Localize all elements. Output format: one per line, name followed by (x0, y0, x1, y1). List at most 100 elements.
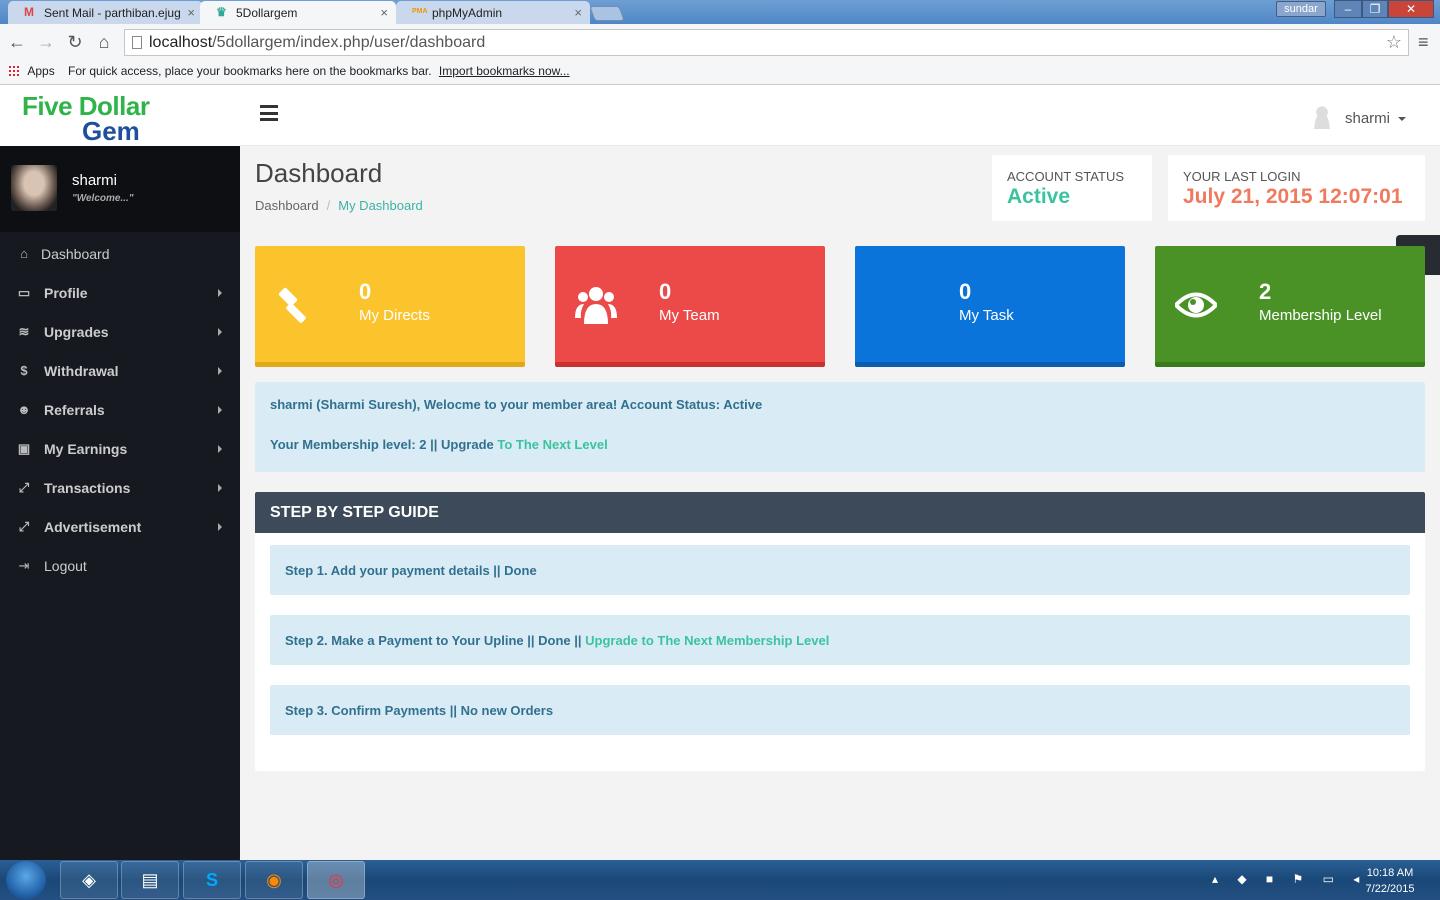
gmail-icon: M (24, 5, 34, 19)
start-button[interactable] (6, 861, 46, 899)
maximize-window-button[interactable]: ❐ (1362, 0, 1388, 18)
user-avatar-icon (1310, 105, 1333, 129)
last-login-box: YOUR LAST LOGIN July 21, 2015 12:07:01 (1168, 155, 1425, 221)
bookmarks-hint: For quick access, place your bookmarks h… (68, 64, 432, 78)
welcome-line: sharmi (Sharmi Suresh), Welocme to your … (270, 397, 763, 412)
avatar (11, 165, 57, 211)
tab-phpmyadmin[interactable]: PMA phpMyAdmin × (396, 1, 590, 24)
card-value: 0 (359, 279, 372, 304)
sidebar-item-profile[interactable]: ▭ Profile (0, 273, 240, 312)
bookmark-star-icon[interactable]: ☆ (1386, 32, 1402, 53)
hamburger-menu-icon[interactable] (260, 105, 278, 121)
close-tab-icon[interactable]: × (187, 5, 195, 20)
step-item: Step 2. Make a Payment to Your Upline ||… (270, 615, 1410, 665)
url-host: localhost (149, 34, 213, 51)
card-label: My Task (959, 307, 1014, 324)
tab-gmail[interactable]: M Sent Mail - parthiban.ejug × (8, 1, 203, 24)
step-item: Step 3. Confirm Payments || No new Order… (270, 685, 1410, 735)
new-tab-button[interactable] (589, 6, 625, 21)
sidebar-item-label: Upgrades (44, 324, 109, 340)
apps-grid-icon[interactable] (8, 65, 20, 77)
chevron-right-icon (218, 367, 222, 375)
sidebar-item-upgrades[interactable]: ≋ Upgrades (0, 312, 240, 351)
card-label: Membership Level (1259, 307, 1382, 324)
tab-title: phpMyAdmin (432, 6, 503, 20)
caret-down-icon (1398, 117, 1406, 121)
profile-name: sharmi (72, 172, 118, 189)
card-my-task[interactable]: 0 My Task (855, 246, 1125, 367)
breadcrumb-dashboard[interactable]: Dashboard (255, 198, 319, 213)
welcome-alert: sharmi (Sharmi Suresh), Welocme to your … (255, 382, 1425, 472)
logo-line2: Gem (82, 116, 140, 146)
windows-taskbar: ◈ ▤ S ◉ ◎ ▴ ◆ ■ ⚑ ▭ ◂ 10:18 AM 7/22/2015 (0, 860, 1440, 900)
address-bar[interactable]: localhost/5dollargem/index.php/user/dash… (124, 29, 1409, 56)
virtualbox-icon[interactable]: ◈ (60, 861, 118, 899)
tab-title: 5Dollargem (236, 6, 298, 20)
user-dropdown[interactable]: sharmi (1310, 105, 1406, 129)
upgrade-next-level-link[interactable]: To The Next Level (497, 437, 607, 452)
membership-text: Your Membership level: 2 || Upgrade (270, 437, 494, 452)
tab-5dollargem[interactable]: ♛ 5Dollargem × (200, 1, 396, 24)
sidebar-item-label: Advertisement (44, 519, 142, 535)
clock[interactable]: 10:18 AM 7/22/2015 (1360, 865, 1420, 897)
card-membership-level[interactable]: 2 Membership Level (1155, 246, 1425, 367)
sidebar-item-label: Profile (44, 285, 88, 301)
sidebar-item-logout[interactable]: ⇥ Logout (0, 546, 240, 585)
back-icon[interactable]: ← (7, 32, 27, 53)
close-tab-icon[interactable]: × (380, 5, 388, 20)
sidebar-item-advertisement[interactable]: ⤢ Advertisement (0, 507, 240, 546)
page-icon (132, 36, 142, 49)
money-icon: ▣ (17, 441, 31, 456)
gavel-icon (278, 287, 306, 323)
sign-out-icon: ⇥ (18, 558, 30, 573)
url-path: /5dollargem/index.php/user/dashboard (212, 34, 486, 51)
home-icon[interactable]: ⌂ (94, 32, 114, 53)
sidebar-item-referrals[interactable]: ☻ Referrals (0, 390, 240, 429)
upgrade-membership-link[interactable]: Upgrade to The Next Membership Level (585, 633, 829, 648)
card-label: My Team (659, 307, 720, 324)
web-page: Five Dollar Gem sharmi sharmi "Welcome..… (0, 85, 1440, 860)
sidebar-item-label: Transactions (44, 480, 131, 496)
card-label: My Directs (359, 307, 430, 324)
import-bookmarks-link[interactable]: Import bookmarks now... (439, 64, 570, 78)
database-icon: ≋ (18, 324, 30, 339)
laptop-icon: ▭ (17, 285, 31, 300)
expand-icon: ⤢ (18, 519, 30, 534)
profile-tagline: "Welcome..." (72, 193, 134, 204)
tab-title: Sent Mail - parthiban.ejug (44, 6, 181, 20)
sidebar-item-withdrawal[interactable]: $ Withdrawal (0, 351, 240, 390)
apps-link[interactable]: Apps (27, 64, 54, 78)
card-my-directs[interactable]: 0 My Directs (255, 246, 525, 367)
file-explorer-icon[interactable]: ▤ (121, 861, 179, 899)
card-my-team[interactable]: 0 My Team (555, 246, 825, 367)
eye-icon (1175, 292, 1217, 318)
window-user-badge: sundar (1276, 1, 1326, 17)
skype-icon[interactable]: S (183, 861, 241, 899)
step-guide-panel: STEP BY STEP GUIDE Step 1. Add your paym… (255, 492, 1425, 771)
sidebar-item-label: Logout (44, 558, 87, 574)
close-window-button[interactable]: ✕ (1388, 0, 1434, 18)
chevron-right-icon (218, 328, 222, 336)
system-tray[interactable]: ▴ ◆ ■ ⚑ ▭ ◂ (1212, 872, 1367, 886)
site-favicon-icon: ♛ (216, 5, 227, 19)
chrome-icon[interactable]: ◎ (307, 861, 365, 899)
bookmarks-bar: Apps For quick access, place your bookma… (0, 60, 1440, 85)
account-status-value: Active (1007, 185, 1071, 208)
firefox-icon[interactable]: ◉ (245, 861, 303, 899)
sidebar-item-dashboard[interactable]: ⌂ Dashboard (0, 234, 240, 273)
sidebar-item-transactions[interactable]: ⤢ Transactions (0, 468, 240, 507)
step-text: Step 3. Confirm Payments || No new Order… (285, 703, 554, 718)
sidebar-item-my-earnings[interactable]: ▣ My Earnings (0, 429, 240, 468)
reload-icon[interactable]: ↻ (65, 32, 85, 53)
minimize-window-button[interactable]: – (1334, 0, 1362, 18)
step-guide-title: STEP BY STEP GUIDE (255, 492, 1425, 533)
chrome-menu-icon[interactable]: ≡ (1418, 32, 1429, 53)
logo[interactable]: Five Dollar Gem (0, 85, 240, 146)
breadcrumb-current: My Dashboard (338, 198, 423, 213)
users-icon: ☻ (17, 402, 31, 417)
close-tab-icon[interactable]: × (574, 5, 582, 20)
last-login-label: YOUR LAST LOGIN (1183, 169, 1301, 184)
forward-icon[interactable]: → (36, 32, 56, 53)
page-title: Dashboard (255, 158, 383, 188)
browser-toolbar: ← → ↻ ⌂ localhost/5dollargem/index.php/u… (0, 24, 1440, 60)
